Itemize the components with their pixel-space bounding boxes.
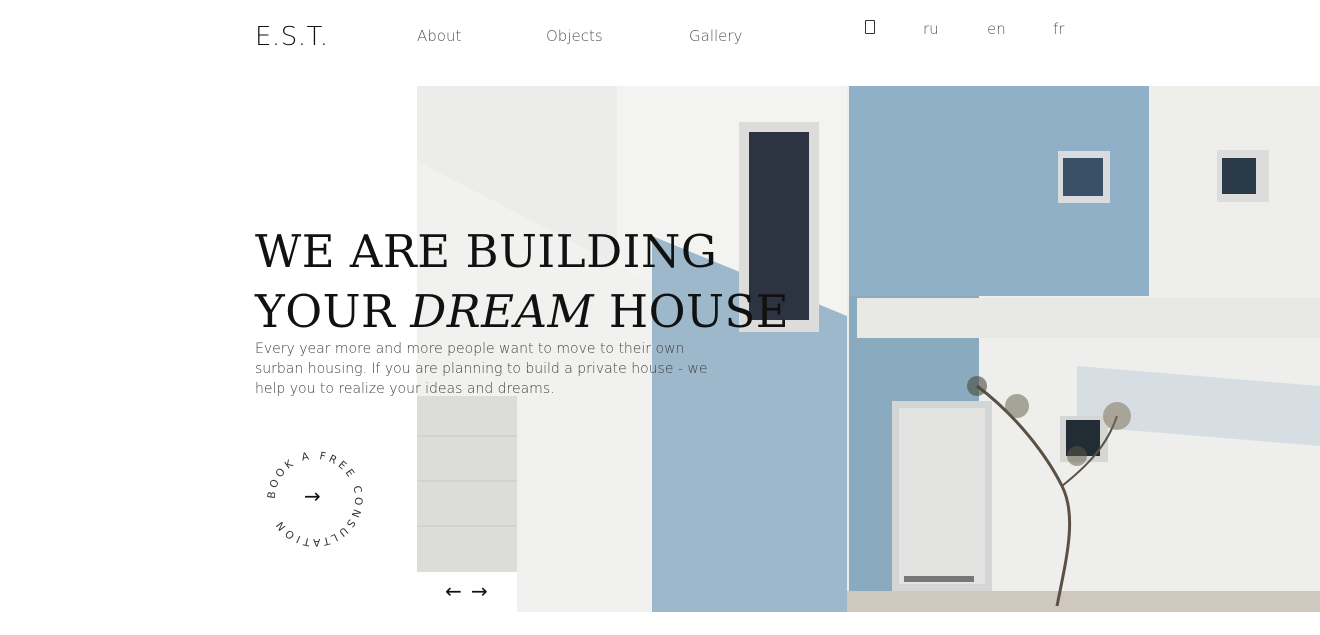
arrow-right-icon: → xyxy=(304,484,321,508)
nav-gallery-link[interactable]: Gallery xyxy=(689,27,742,45)
headline-line-1: WE ARE BUILDING xyxy=(255,225,718,278)
book-consultation-button[interactable]: BOOK A FREE CONSULTATION → xyxy=(262,446,368,552)
headline-text: YOUR xyxy=(255,285,411,338)
slider-controls: ← → xyxy=(417,572,517,612)
hero-subtext: Every year more and more people want to … xyxy=(255,341,708,397)
prev-arrow-button[interactable]: ← xyxy=(445,579,462,603)
headline-line-2: YOUR DREAM HOUSE xyxy=(255,282,789,342)
hero-headline: WE ARE BUILDING YOUR DREAM HOUSE xyxy=(255,222,789,342)
headline-emphasis: DREAM xyxy=(410,285,595,338)
headline-text: HOUSE xyxy=(594,285,790,338)
nav-about-link[interactable]: About xyxy=(417,27,461,45)
nav-objects-link[interactable]: Objects xyxy=(546,27,603,45)
next-arrow-button[interactable]: → xyxy=(471,579,488,603)
lang-en[interactable]: en xyxy=(987,20,1006,38)
phone-icon[interactable] xyxy=(865,20,875,34)
lang-ru[interactable]: ru xyxy=(923,20,939,38)
lang-fr[interactable]: fr xyxy=(1053,20,1064,38)
logo[interactable]: E.S.T. xyxy=(255,22,329,52)
